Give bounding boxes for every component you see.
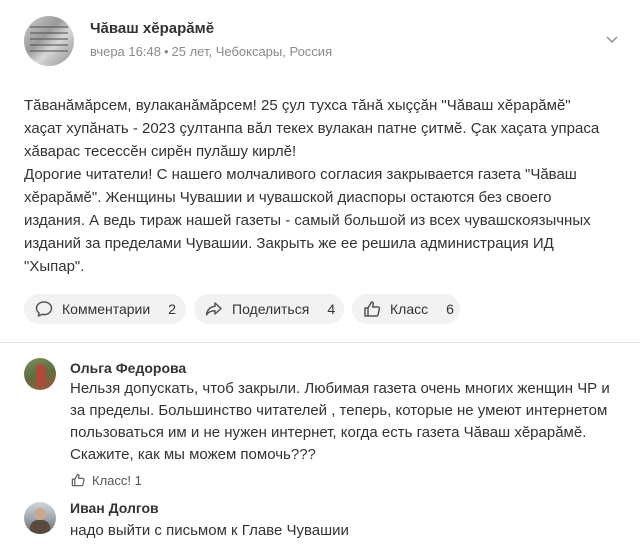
- post-text-line: изданий за пределами Чувашии. Закрыть же…: [24, 235, 554, 252]
- commenter-avatar[interactable]: [24, 502, 56, 534]
- post-text-line: хĕрарăмĕ". Женщины Чувашии и чувашской д…: [24, 189, 552, 206]
- commenter-avatar[interactable]: [24, 358, 56, 390]
- comments-count: 2: [168, 301, 176, 317]
- divider: [0, 342, 640, 343]
- author-name[interactable]: Чăваш хĕрарăмĕ: [90, 20, 214, 37]
- comment-text-line: за пределы. Большинство читателей , тепе…: [70, 402, 608, 419]
- comment: Иван Долгов надо выйти с письмом к Главе…: [24, 498, 624, 554]
- comment-text-line: Нельзя допускать, чтоб закрыли. Любимая …: [70, 380, 610, 397]
- comment-like-label: Класс! 1: [92, 472, 142, 488]
- like-count: 6: [446, 301, 454, 317]
- comment-text-line: пользоваться им и не нужен интернет, ког…: [70, 424, 587, 441]
- post-text-line: "Хыпар".: [24, 258, 85, 275]
- comments-button[interactable]: Комментарии 2: [24, 294, 186, 324]
- post-text-line: Тăванăмăрсем, вулаканăмăрсем! 25 çул тух…: [24, 97, 571, 114]
- comment-text-line: надо выйти с письмом к Главе Чувашии: [70, 522, 349, 539]
- share-count: 4: [327, 301, 336, 317]
- post-header: Чăваш хĕрарăмĕ вчера 16:48 • 25 лет, Чебок…: [24, 14, 624, 74]
- comment-text: надо выйти с письмом к Главе Чувашии: [70, 520, 630, 542]
- share-icon: [204, 299, 224, 319]
- post-meta: вчера 16:48 • 25 лет, Чебоксары, Россия: [90, 44, 333, 59]
- like-label: Класс: [390, 301, 429, 317]
- thumbs-up-icon: [71, 473, 85, 487]
- post-time: вчера 16:48: [90, 44, 161, 59]
- comment-text-line: Скажите, как мы можем помочь???: [70, 446, 316, 463]
- post-text-line: хаçат хупăнать - 2023 çултанпа вăл текех…: [24, 120, 600, 137]
- commenter-name[interactable]: Иван Долгов: [70, 500, 159, 516]
- post-text-line: хăварас тесессĕн сирĕн пулăшу кирлĕ!: [24, 143, 297, 160]
- chevron-down-icon[interactable]: [604, 34, 620, 46]
- post-text-line: Дорогие читатели! С нашего молчаливого с…: [24, 166, 577, 183]
- comment: Ольга Федорова Нельзя допускать, чтоб за…: [24, 356, 624, 492]
- like-button[interactable]: Класс 6: [352, 294, 460, 324]
- share-label: Поделиться: [232, 301, 310, 317]
- author-avatar[interactable]: [24, 16, 74, 66]
- comment-icon: [34, 299, 54, 319]
- post-text: Тăванăмăрсем, вулаканăмăрсем! 25 çул тух…: [24, 94, 624, 278]
- comment-like-button[interactable]: Класс! 1: [70, 472, 142, 488]
- author-info: 25 лет, Чебоксары, Россия: [171, 44, 333, 59]
- post-text-line: издания. А ведь тираж нашей газеты - сам…: [24, 212, 591, 229]
- comment-text: Нельзя допускать, чтоб закрыли. Любимая …: [70, 378, 630, 466]
- commenter-name[interactable]: Ольга Федорова: [70, 360, 186, 376]
- thumbs-up-icon: [362, 299, 382, 319]
- share-button[interactable]: Поделиться 4: [194, 294, 344, 324]
- comments-label: Комментарии: [62, 301, 151, 317]
